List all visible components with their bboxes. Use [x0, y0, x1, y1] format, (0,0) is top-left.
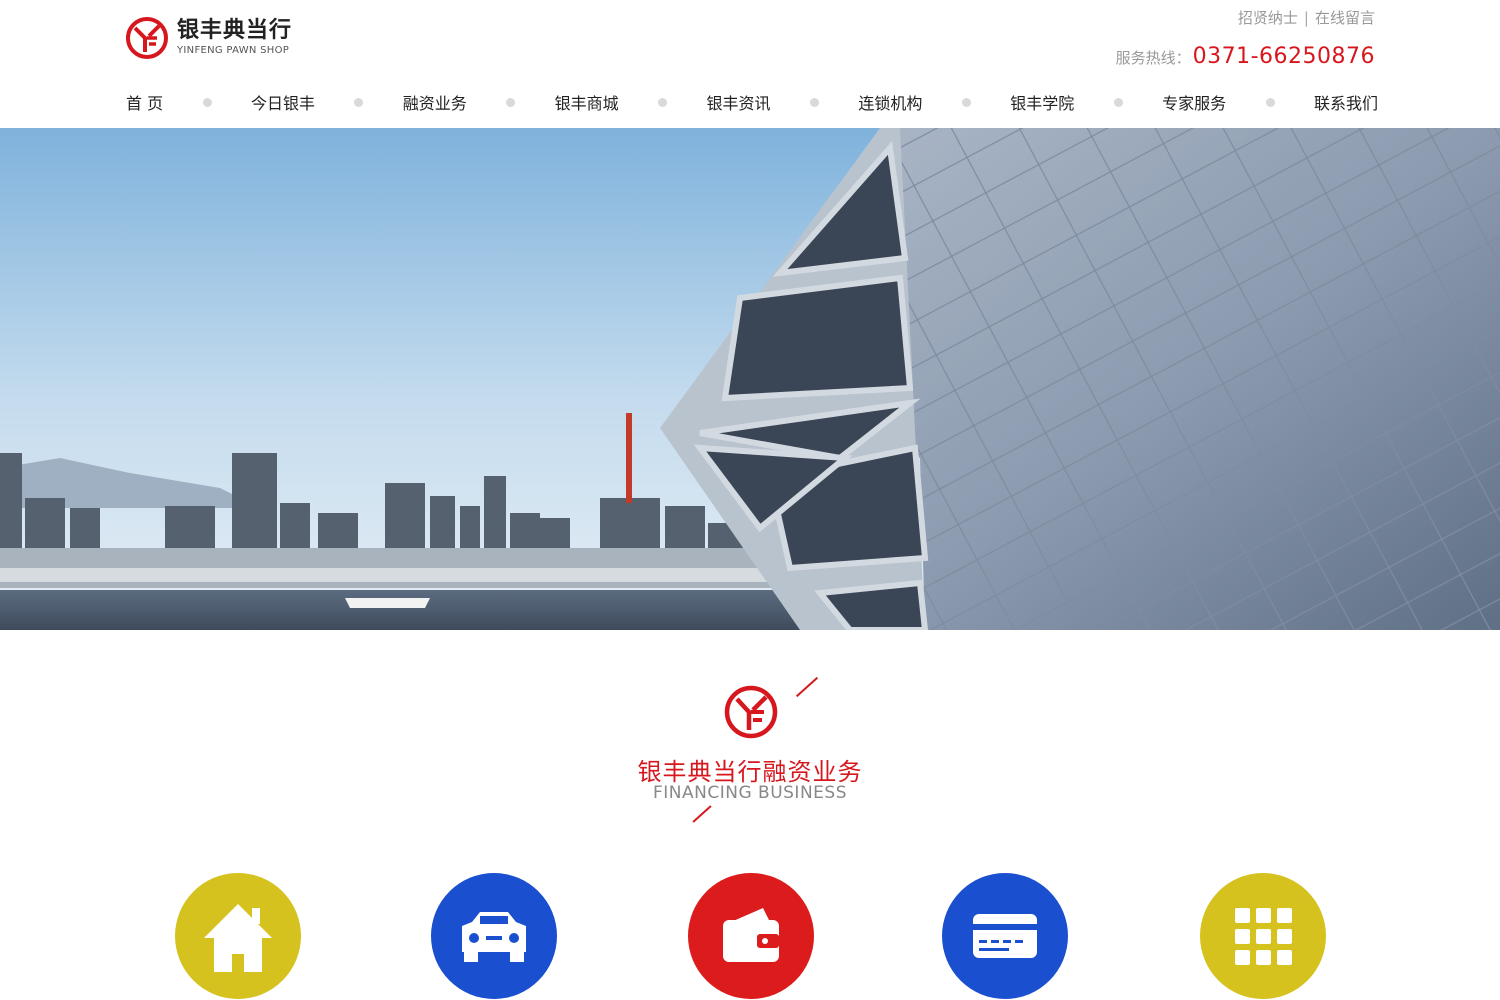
- nav-academy[interactable]: 银丰学院: [1010, 90, 1074, 114]
- service-house[interactable]: [175, 873, 301, 999]
- logo-name-en: YINFENG PAWN SHOP: [177, 45, 290, 56]
- hotline-number: 0371-66250876: [1192, 44, 1375, 69]
- nav-separator-dot: [809, 97, 819, 107]
- service-icons-row: [0, 873, 1500, 1000]
- main-nav: 首 页 今日银丰 融资业务 银丰商城 银丰资讯 连锁机构 银丰学院 专家服务 联…: [126, 88, 1378, 116]
- car-icon: [462, 912, 526, 962]
- service-wallet[interactable]: [688, 873, 814, 999]
- wallet-icon: [723, 908, 779, 962]
- section-title-cn: 银丰典当行融资业务: [637, 758, 863, 786]
- logo-mark-icon: [126, 17, 168, 59]
- nav-separator-dot: [961, 97, 971, 107]
- nav-separator-dot: [354, 97, 364, 107]
- site-header: 银丰典当行 YINFENG PAWN SHOP 招贤纳士 | 在线留言 服务热线： …: [0, 0, 1500, 128]
- hero-banner[interactable]: [0, 128, 1500, 630]
- logo-name-cn: 银丰典当行: [177, 18, 293, 43]
- site-logo[interactable]: 银丰典当行 YINFENG PAWN SHOP: [125, 14, 325, 62]
- nav-separator-dot: [506, 97, 516, 107]
- service-grid[interactable]: [1200, 873, 1326, 999]
- section-title-en: FINANCING BUSINESS: [653, 783, 847, 803]
- banner-image: [0, 128, 1500, 630]
- nav-branches[interactable]: 连锁机构: [858, 90, 922, 114]
- nav-news[interactable]: 银丰资讯: [707, 90, 771, 114]
- nav-mall[interactable]: 银丰商城: [555, 90, 619, 114]
- nav-financing[interactable]: 融资业务: [403, 90, 467, 114]
- top-links: 招贤纳士 | 在线留言: [1238, 7, 1375, 28]
- nav-separator-dot: [658, 97, 668, 107]
- house-icon: [204, 904, 272, 972]
- nav-separator-dot: [1265, 97, 1275, 107]
- section-logo-icon: [724, 685, 778, 739]
- service-car[interactable]: [431, 873, 557, 999]
- nav-contact[interactable]: 联系我们: [1314, 90, 1378, 114]
- service-card[interactable]: [942, 873, 1068, 999]
- grid-icon: [1235, 908, 1292, 965]
- financing-section-header: 银丰典当行融资业务 FINANCING BUSINESS: [0, 676, 1500, 830]
- nav-home[interactable]: 首 页: [126, 90, 163, 114]
- service-hotline: 服务热线： 0371-66250876: [1116, 44, 1375, 69]
- nav-separator-dot: [202, 97, 212, 107]
- careers-link[interactable]: 招贤纳士: [1238, 9, 1298, 27]
- decor-slash-top: [795, 676, 819, 698]
- hotline-label: 服务热线：: [1115, 49, 1191, 67]
- decor-slash-bottom: [692, 805, 712, 823]
- nav-separator-dot: [1113, 97, 1123, 107]
- card-icon: [973, 914, 1037, 958]
- message-link[interactable]: 在线留言: [1315, 9, 1375, 27]
- nav-experts[interactable]: 专家服务: [1162, 90, 1226, 114]
- link-separator: |: [1303, 9, 1309, 27]
- nav-today[interactable]: 今日银丰: [251, 90, 315, 114]
